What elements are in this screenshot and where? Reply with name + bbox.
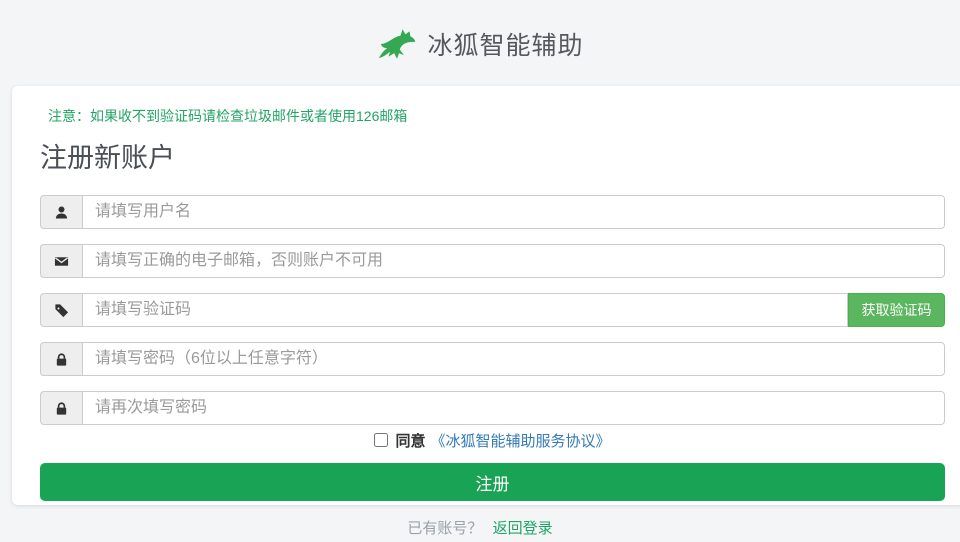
verification-code-input[interactable]: [82, 293, 848, 327]
back-to-login-link[interactable]: 返回登录: [493, 520, 553, 537]
lock-icon: [40, 342, 82, 376]
email-field[interactable]: [82, 244, 945, 278]
register-button[interactable]: 注册: [40, 463, 945, 501]
agreement-label: 同意: [395, 432, 426, 450]
username-input[interactable]: [82, 195, 945, 229]
register-card: 注意：如果收不到验证码请检查垃圾邮件或者使用126邮箱 注册新账户 获取验证码: [12, 86, 960, 505]
agreement-row: 同意 《冰狐智能辅助服务协议》: [40, 429, 945, 451]
agreement-checkbox[interactable]: [374, 433, 389, 447]
tag-icon: [40, 293, 82, 327]
notice-text: 注意：如果收不到验证码请检查垃圾邮件或者使用126邮箱: [48, 108, 408, 124]
envelope-icon: [40, 244, 82, 278]
user-icon: [40, 195, 82, 229]
service-agreement-link[interactable]: 《冰狐智能辅助服务协议》: [431, 430, 611, 451]
fox-logo-icon: [379, 29, 416, 59]
app-title: 冰狐智能辅助: [427, 32, 584, 60]
password-row: [40, 342, 945, 376]
have-account-text: 已有账号？: [407, 520, 483, 537]
get-code-button[interactable]: 获取验证码: [848, 293, 945, 327]
verification-code-row: 获取验证码: [40, 293, 945, 327]
password-input[interactable]: [82, 342, 945, 376]
page-title: 注册新账户: [40, 143, 175, 173]
confirm-password-row: [40, 391, 945, 425]
lock-icon: [40, 391, 82, 425]
page-header: 冰狐智能辅助: [0, 0, 960, 88]
username-row: [40, 195, 945, 229]
confirm-password-input[interactable]: [82, 391, 945, 425]
footer: 已有账号？ 返回登录: [0, 517, 960, 538]
email-row: [40, 244, 945, 278]
